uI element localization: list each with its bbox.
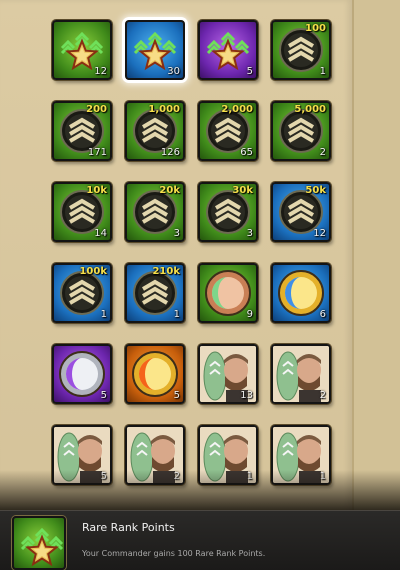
item-grid: 12 30 5 100 1 200 171 1,000 126 2,000 65 5,000 2 10k 1… xyxy=(50,18,340,518)
item-cost-label: 100 xyxy=(305,23,326,34)
item-tile[interactable]: 50k 12 xyxy=(271,182,331,242)
item-cost-label: 30k xyxy=(232,185,253,196)
item-count-label: 171 xyxy=(87,147,107,158)
item-count-label: 1 xyxy=(319,66,326,77)
item-count-label: 12 xyxy=(313,228,326,239)
item-count-label: 126 xyxy=(160,147,180,158)
item-cost-label: 210k xyxy=(152,266,180,277)
item-count-label: 5 xyxy=(100,390,107,401)
tooltip-description: Your Commander gains 100 Rare Rank Point… xyxy=(82,549,266,558)
item-tile[interactable]: 2,000 65 xyxy=(198,101,258,161)
item-count-label: 3 xyxy=(246,228,253,239)
item-count-label: 65 xyxy=(240,147,253,158)
item-count-label: 1 xyxy=(173,309,180,320)
item-count-label: 12 xyxy=(94,66,107,77)
item-cost-label: 5,000 xyxy=(294,104,326,115)
item-tile[interactable]: 5 xyxy=(125,344,185,404)
item-tile[interactable]: 210k 1 xyxy=(125,263,185,323)
item-count-label: 9 xyxy=(246,309,253,320)
item-cost-label: 100k xyxy=(79,266,107,277)
item-tile[interactable]: 5 xyxy=(198,20,258,80)
tooltip-item-thumbnail xyxy=(12,516,66,570)
item-count-label: 6 xyxy=(319,309,326,320)
item-tile[interactable]: 20k 3 xyxy=(125,182,185,242)
item-tile[interactable]: 100k 1 xyxy=(52,263,112,323)
item-count-label: 30 xyxy=(167,66,180,77)
item-count-label: 1 xyxy=(100,309,107,320)
item-tile[interactable]: 200 171 xyxy=(52,101,112,161)
item-cost-label: 10k xyxy=(86,185,107,196)
item-count-label: 5 xyxy=(173,390,180,401)
bottom-fade xyxy=(0,470,400,510)
item-count-label: 5 xyxy=(246,66,253,77)
item-tile[interactable]: 5,000 2 xyxy=(271,101,331,161)
arrows-star-icon xyxy=(20,527,64,567)
item-cost-label: 200 xyxy=(86,104,107,115)
item-tile[interactable]: 100 1 xyxy=(271,20,331,80)
item-tile[interactable]: 5 xyxy=(52,344,112,404)
panel-margin xyxy=(354,0,400,510)
item-tile[interactable]: 30 xyxy=(125,20,185,80)
item-cost-label: 2,000 xyxy=(221,104,253,115)
item-cost-label: 20k xyxy=(159,185,180,196)
item-tile[interactable]: 1,000 126 xyxy=(125,101,185,161)
item-tile[interactable]: 10k 14 xyxy=(52,182,112,242)
item-count-label: 13 xyxy=(240,390,253,401)
item-tooltip: Rare Rank Points Your Commander gains 10… xyxy=(0,510,400,570)
item-count-label: 3 xyxy=(173,228,180,239)
tooltip-title: Rare Rank Points xyxy=(82,521,175,534)
item-tile[interactable]: 9 xyxy=(198,263,258,323)
item-cost-label: 1,000 xyxy=(148,104,180,115)
item-count-label: 2 xyxy=(319,390,326,401)
item-tile[interactable]: 13 xyxy=(198,344,258,404)
item-count-label: 14 xyxy=(94,228,107,239)
item-cost-label: 50k xyxy=(305,185,326,196)
item-tile[interactable]: 2 xyxy=(271,344,331,404)
item-count-label: 2 xyxy=(319,147,326,158)
item-tile[interactable]: 30k 3 xyxy=(198,182,258,242)
item-tile[interactable]: 6 xyxy=(271,263,331,323)
item-tile[interactable]: 12 xyxy=(52,20,112,80)
